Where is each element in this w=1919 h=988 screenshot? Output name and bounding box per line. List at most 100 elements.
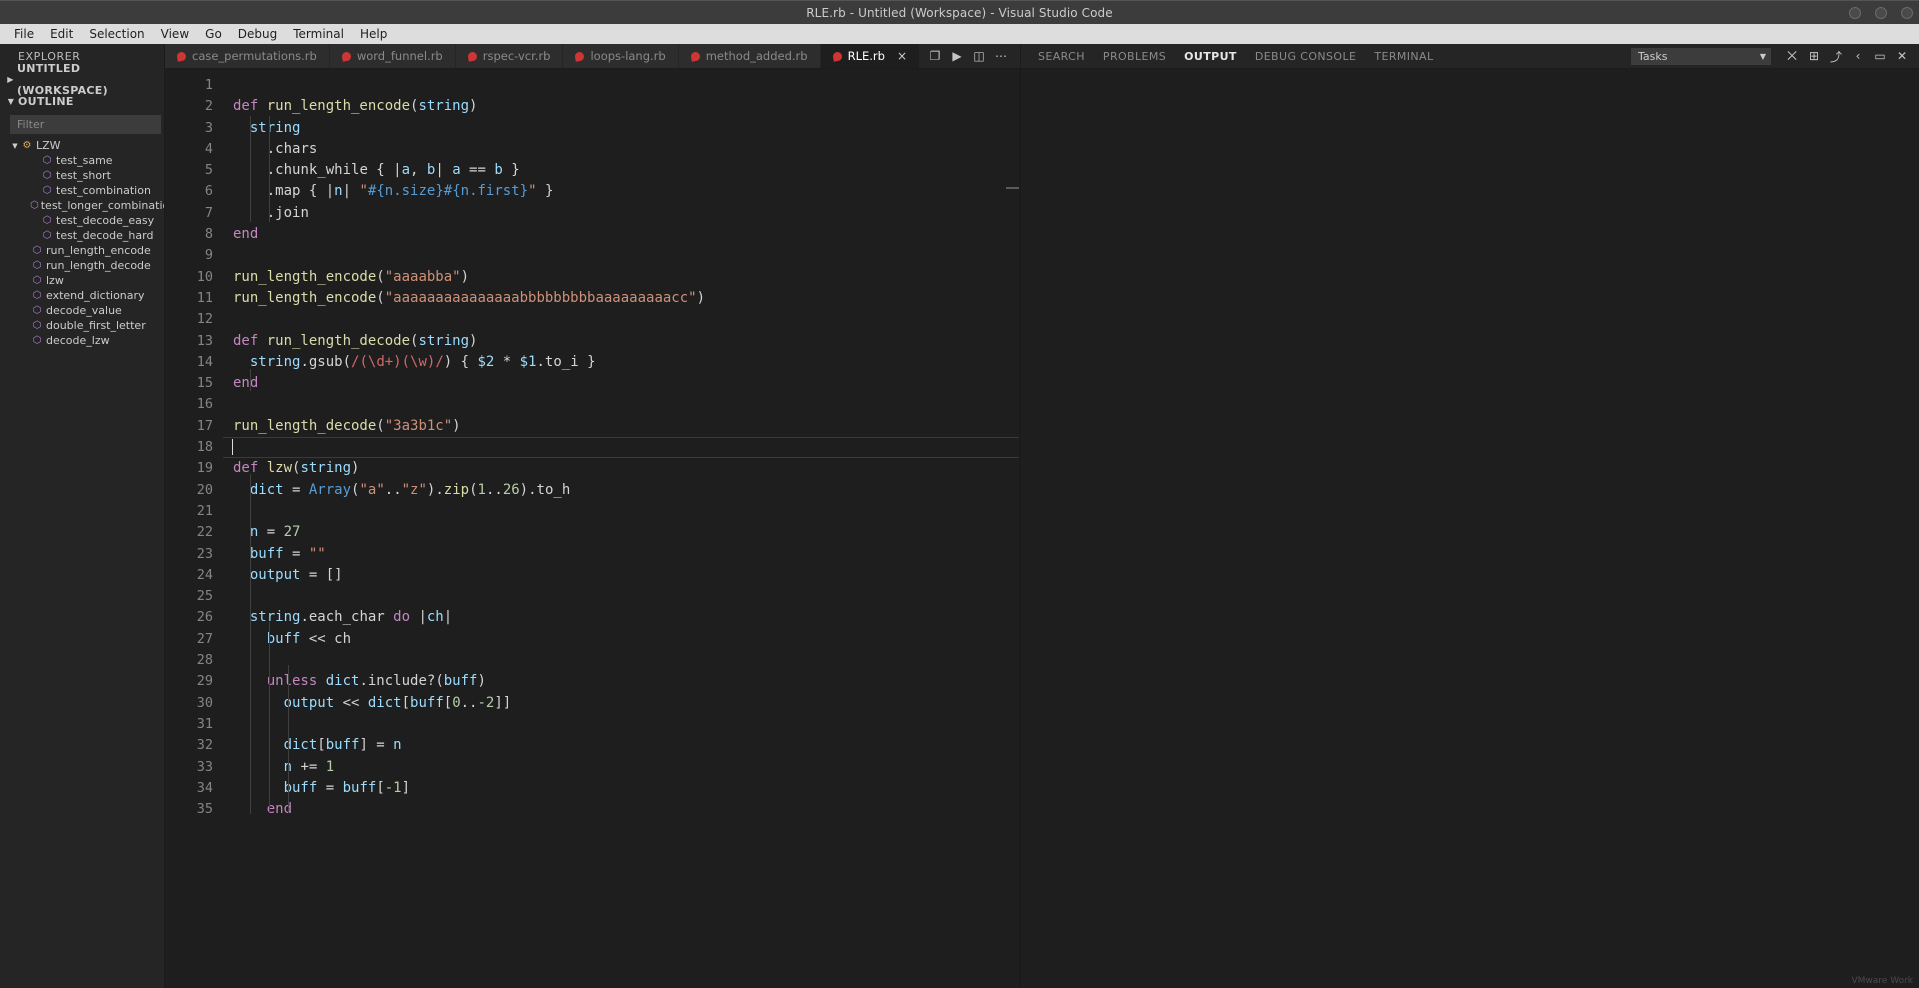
- code-line[interactable]: [223, 650, 1020, 671]
- run-icon[interactable]: ▶: [946, 45, 968, 67]
- editor-tab-case_permutations.rb[interactable]: case_permutations.rb: [165, 44, 330, 68]
- outline-item-decode_value[interactable]: ⬡decode_value: [0, 303, 164, 318]
- code-line[interactable]: [223, 309, 1020, 330]
- clear-output-icon[interactable]: ⨉: [1781, 45, 1803, 67]
- code-line[interactable]: .chars: [223, 139, 1020, 160]
- code-token: n.size: [385, 183, 436, 199]
- code-line[interactable]: .map { |n| "#{n.size}#{n.first}" }: [223, 181, 1020, 202]
- close-panel-icon[interactable]: ✕: [1891, 45, 1913, 67]
- output-content[interactable]: VMware Work: [1021, 69, 1919, 988]
- outline-item-run_length_decode[interactable]: ⬡run_length_decode: [0, 258, 164, 273]
- split-panel-icon[interactable]: ⊞: [1803, 45, 1825, 67]
- outline-item-LZW[interactable]: ▼⚙LZW: [0, 138, 164, 153]
- close-tab-icon[interactable]: ×: [897, 49, 907, 63]
- outline-item-double_first_letter[interactable]: ⬡double_first_letter: [0, 318, 164, 333]
- menu-item-selection[interactable]: Selection: [81, 24, 152, 44]
- collapse-panel-icon[interactable]: ‹: [1847, 45, 1869, 67]
- code-line[interactable]: string.gsub(/(\d+)(\w)/) { $2 * $1.to_i …: [223, 352, 1020, 373]
- menu-item-debug[interactable]: Debug: [230, 24, 285, 44]
- scrollbar-thumb[interactable]: [1006, 187, 1020, 189]
- code-line[interactable]: [223, 586, 1020, 607]
- outline-filter-input[interactable]: Filter: [10, 115, 161, 134]
- code-line[interactable]: def lzw(string): [223, 458, 1020, 479]
- outline-item-decode_lzw[interactable]: ⬡decode_lzw: [0, 333, 164, 348]
- code-line[interactable]: run_length_encode("aaaaaaaaaaaaaaabbbbbb…: [223, 288, 1020, 309]
- editor-tab-method_added.rb[interactable]: method_added.rb: [679, 44, 821, 68]
- code-line[interactable]: [223, 501, 1020, 522]
- line-number: 6: [165, 181, 223, 202]
- code-line[interactable]: string.each_char do |ch|: [223, 607, 1020, 628]
- code-line[interactable]: run_length_decode("3a3b1c"): [223, 416, 1020, 437]
- outline-item-test_decode_hard[interactable]: ⬡test_decode_hard: [0, 228, 164, 243]
- code-line[interactable]: end: [223, 373, 1020, 394]
- code-token: 1: [326, 759, 334, 775]
- code-line[interactable]: end: [223, 224, 1020, 245]
- chevron-down-icon[interactable]: ▼: [10, 142, 20, 150]
- outline-item-lzw[interactable]: ⬡lzw: [0, 273, 164, 288]
- editor-tab-loops-lang.rb[interactable]: loops-lang.rb: [563, 44, 678, 68]
- code-line[interactable]: output = []: [223, 565, 1020, 586]
- code-line[interactable]: def run_length_encode(string): [223, 96, 1020, 117]
- menu-item-help[interactable]: Help: [352, 24, 395, 44]
- minimize-button[interactable]: [1849, 7, 1861, 19]
- code-line[interactable]: n = 27: [223, 522, 1020, 543]
- outline-item-run_length_encode[interactable]: ⬡run_length_encode: [0, 243, 164, 258]
- outline-item-extend_dictionary[interactable]: ⬡extend_dictionary: [0, 288, 164, 303]
- editor-vertical-scrollbar[interactable]: [1006, 69, 1020, 988]
- outline-item-test_same[interactable]: ⬡test_same: [0, 153, 164, 168]
- editor-tab-word_funnel.rb[interactable]: word_funnel.rb: [330, 44, 456, 68]
- code-line[interactable]: dict = Array("a".."z").zip(1..26).to_h: [223, 480, 1020, 501]
- code-line[interactable]: dict[buff] = n: [223, 735, 1020, 756]
- more-actions-icon[interactable]: ⋯: [990, 45, 1012, 67]
- line-number: 33: [165, 757, 223, 778]
- sidebar-section-outline[interactable]: ▼ OUTLINE: [0, 91, 164, 113]
- code-line[interactable]: [223, 714, 1020, 735]
- menu-item-terminal[interactable]: Terminal: [285, 24, 352, 44]
- code-line[interactable]: [223, 394, 1020, 415]
- menu-item-file[interactable]: File: [6, 24, 42, 44]
- panel-tab-search[interactable]: SEARCH: [1029, 44, 1094, 69]
- menu-item-view[interactable]: View: [153, 24, 197, 44]
- code-content[interactable]: def run_length_encode(string) string .ch…: [223, 69, 1020, 988]
- outline-item-test_longer_combination[interactable]: ⬡test_longer_combination: [0, 198, 164, 213]
- editor-tab-RLE.rb[interactable]: RLE.rb×: [821, 44, 920, 68]
- outline-item-test_decode_easy[interactable]: ⬡test_decode_easy: [0, 213, 164, 228]
- code-line[interactable]: buff = buff[-1]: [223, 778, 1020, 799]
- output-channel-select[interactable]: Tasks ▼: [1631, 48, 1771, 65]
- code-line[interactable]: end: [223, 799, 1020, 820]
- code-token: chars: [275, 141, 317, 157]
- code-line[interactable]: unless dict.include?(buff): [223, 671, 1020, 692]
- code-line[interactable]: [223, 245, 1020, 266]
- panel-tab-problems[interactable]: PROBLEMS: [1094, 44, 1175, 69]
- code-line[interactable]: buff << ch: [223, 629, 1020, 650]
- line-number: 17: [165, 416, 223, 437]
- lock-scrolling-icon[interactable]: ⤴: [1825, 45, 1847, 67]
- close-button[interactable]: [1901, 7, 1913, 19]
- maximize-panel-icon[interactable]: ▭: [1869, 45, 1891, 67]
- code-line[interactable]: def run_length_decode(string): [223, 331, 1020, 352]
- code-editor[interactable]: 1234567891011121314151617181920212223242…: [165, 69, 1020, 988]
- editor-tab-rspec-vcr.rb[interactable]: rspec-vcr.rb: [456, 44, 564, 68]
- panel-tab-debug-console[interactable]: DEBUG CONSOLE: [1246, 44, 1366, 69]
- outline-item-test_combination[interactable]: ⬡test_combination: [0, 183, 164, 198]
- panel-tab-output[interactable]: OUTPUT: [1175, 44, 1246, 69]
- split-editor-down-icon[interactable]: ❐: [924, 45, 946, 67]
- code-line[interactable]: buff = "": [223, 544, 1020, 565]
- code-line[interactable]: run_length_encode("aaaabba"): [223, 267, 1020, 288]
- code-line[interactable]: .chunk_while { |a, b| a == b }: [223, 160, 1020, 181]
- code-line[interactable]: [223, 437, 1020, 458]
- menu-item-go[interactable]: Go: [197, 24, 230, 44]
- maximize-button[interactable]: [1875, 7, 1887, 19]
- code-line[interactable]: .join: [223, 203, 1020, 224]
- outline-item-test_short[interactable]: ⬡test_short: [0, 168, 164, 183]
- menu-item-edit[interactable]: Edit: [42, 24, 81, 44]
- panel-tab-terminal[interactable]: TERMINAL: [1365, 44, 1442, 69]
- code-token: "3a3b1c": [385, 418, 452, 434]
- code-line[interactable]: output << dict[buff[0..-2]]: [223, 693, 1020, 714]
- split-editor-icon[interactable]: ◫: [968, 45, 990, 67]
- code-line[interactable]: string: [223, 118, 1020, 139]
- code-line[interactable]: [223, 75, 1020, 96]
- sidebar-section-workspace[interactable]: ▶ UNTITLED (WORKSPACE): [0, 69, 164, 91]
- ruby-icon: [832, 51, 842, 61]
- code-line[interactable]: n += 1: [223, 757, 1020, 778]
